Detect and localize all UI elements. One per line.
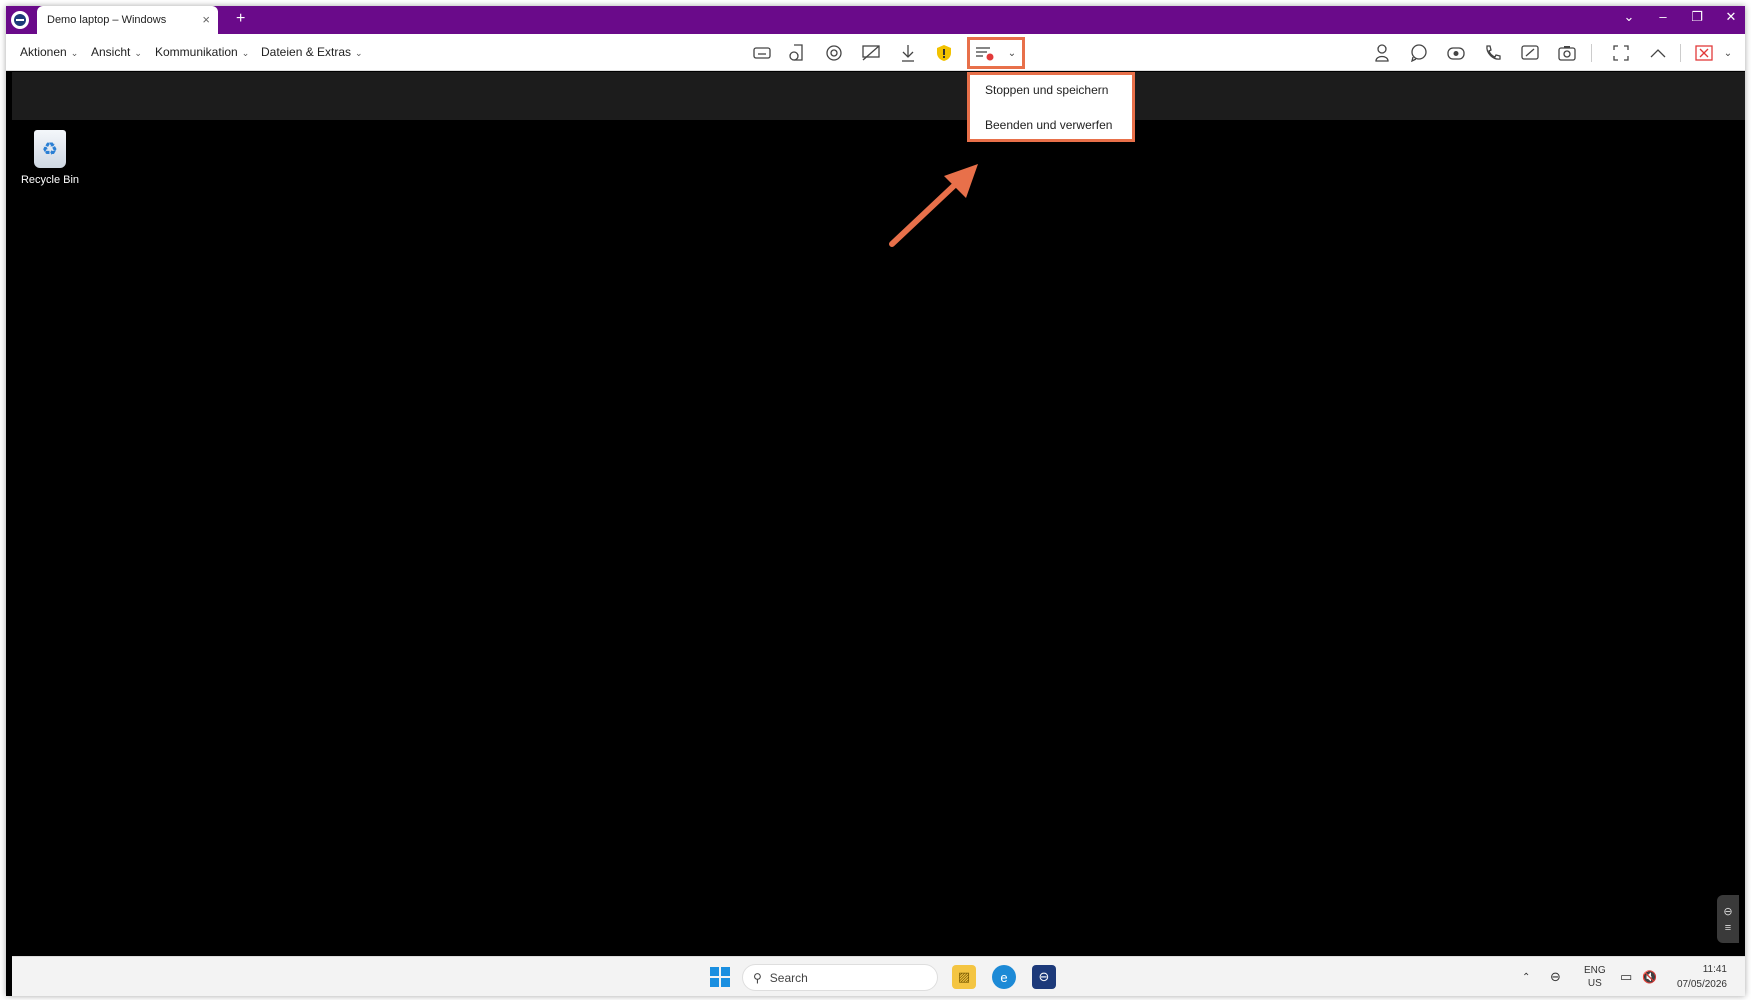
recycle-bin-icon: ♻	[34, 130, 66, 168]
volume-muted-icon[interactable]: 🔇	[1642, 957, 1657, 997]
chevron-down-icon: ⌄	[134, 48, 142, 58]
remote-desktop[interactable]: ♻ Recycle Bin ⊖ ≡	[12, 120, 1745, 956]
clock-date: 07/05/2026	[1676, 979, 1727, 990]
toolbar-separator	[1591, 44, 1592, 62]
more-icon[interactable]: ⌄	[1718, 43, 1738, 63]
remote-screen-top	[12, 72, 1745, 120]
chevron-down-icon: ⌄	[241, 48, 250, 58]
menu-kommunikation[interactable]: Kommunikation ⌄	[155, 45, 249, 59]
chat-icon[interactable]	[1409, 43, 1429, 63]
teamviewer-logo-icon	[11, 11, 29, 29]
toolbar-separator	[1680, 44, 1681, 62]
remote-lock-icon[interactable]	[787, 43, 807, 63]
windows-taskbar: ⚲ Search ▨ e ⊖ ⌃ ⊖ ENG US ▭ 🔇 11:41 07/0…	[12, 956, 1745, 996]
block-input-icon[interactable]	[861, 43, 881, 63]
start-button[interactable]	[710, 967, 730, 987]
network-icon[interactable]: ▭	[1620, 957, 1632, 997]
call-icon[interactable]	[1483, 43, 1503, 63]
record-small-icon: ≡	[1724, 921, 1732, 934]
tab-list-chevron-icon[interactable]: ⌄	[1621, 9, 1637, 25]
menu-ansicht[interactable]: Ansicht ⌄	[91, 45, 142, 59]
recycle-bin[interactable]: ♻ Recycle Bin	[20, 130, 80, 186]
chevron-down-icon: ⌄	[70, 48, 79, 58]
whiteboard-icon[interactable]	[1520, 43, 1540, 63]
menu-label: Dateien & Extras	[261, 45, 352, 59]
session-toolbar: Aktionen ⌄ Ansicht ⌄ Kommunikation ⌄ Dateie…	[6, 34, 1745, 71]
lang-code: ENG	[1584, 965, 1606, 976]
pointer-arrow-icon	[889, 164, 978, 247]
teamviewer-window: Demo laptop – Windows × + ⌄ – ❐ ✕ Aktion…	[6, 6, 1745, 996]
clock-time: 11:41	[1702, 964, 1727, 975]
menu-aktionen[interactable]: Aktionen ⌄	[20, 45, 78, 59]
lang-region: US	[1587, 978, 1602, 989]
teamviewer-taskbar-icon[interactable]: ⊖	[1032, 965, 1056, 989]
search-icon: ⚲	[753, 970, 762, 985]
refresh-icon[interactable]	[824, 43, 844, 63]
download-icon[interactable]	[898, 43, 918, 63]
chevron-down-icon: ⌄	[355, 48, 363, 58]
side-panel-handle[interactable]: ⊖ ≡	[1717, 895, 1739, 943]
title-bar: Demo laptop – Windows × + ⌄ – ❐ ✕	[6, 6, 1745, 34]
window-controls: ⌄ – ❐ ✕	[1621, 9, 1739, 25]
menu-label: Aktionen	[20, 45, 67, 59]
teamviewer-small-icon: ⊖	[1723, 905, 1733, 918]
menu-dateien-extras[interactable]: Dateien & Extras ⌄	[261, 45, 363, 59]
video-icon[interactable]	[1446, 43, 1466, 63]
tab-title: Demo laptop – Windows	[47, 14, 167, 26]
keyboard-icon[interactable]	[752, 43, 772, 63]
record-highlight-box	[967, 37, 1025, 69]
file-explorer-icon[interactable]: ▨	[952, 965, 976, 989]
collapse-icon[interactable]	[1648, 43, 1668, 63]
restore-button[interactable]: ❐	[1689, 9, 1705, 25]
fullscreen-icon[interactable]	[1611, 43, 1631, 63]
end-session-icon[interactable]	[1694, 43, 1714, 63]
edge-icon[interactable]: e	[992, 965, 1016, 989]
menu-item-end-discard[interactable]: Beenden und verwerfen	[985, 118, 1112, 132]
shield-icon[interactable]	[934, 43, 954, 63]
session-tab[interactable]: Demo laptop – Windows ×	[37, 6, 218, 34]
menu-item-stop-save[interactable]: Stoppen und speichern	[985, 83, 1108, 97]
new-tab-button[interactable]: +	[236, 10, 245, 28]
menu-label: Kommunikation	[155, 45, 238, 59]
menu-label: Ansicht	[91, 45, 131, 59]
language-indicator[interactable]: ENG US	[1584, 957, 1606, 997]
clock[interactable]: 11:41 07/05/2026	[1677, 962, 1727, 992]
recycle-bin-label: Recycle Bin	[20, 174, 80, 186]
close-button[interactable]: ✕	[1723, 9, 1739, 25]
record-dropdown-menu: Stoppen und speichern Beenden und verwer…	[967, 72, 1135, 142]
tray-chevron-icon[interactable]: ⌃	[1522, 957, 1530, 997]
taskbar-search[interactable]: ⚲ Search	[742, 964, 938, 991]
screenshot-icon[interactable]	[1557, 43, 1577, 63]
user-icon[interactable]	[1372, 43, 1392, 63]
teamviewer-tray-icon[interactable]: ⊖	[1550, 957, 1561, 997]
tab-close-icon[interactable]: ×	[202, 12, 210, 27]
search-placeholder: Search	[769, 970, 808, 985]
minimize-button[interactable]: –	[1655, 9, 1671, 25]
